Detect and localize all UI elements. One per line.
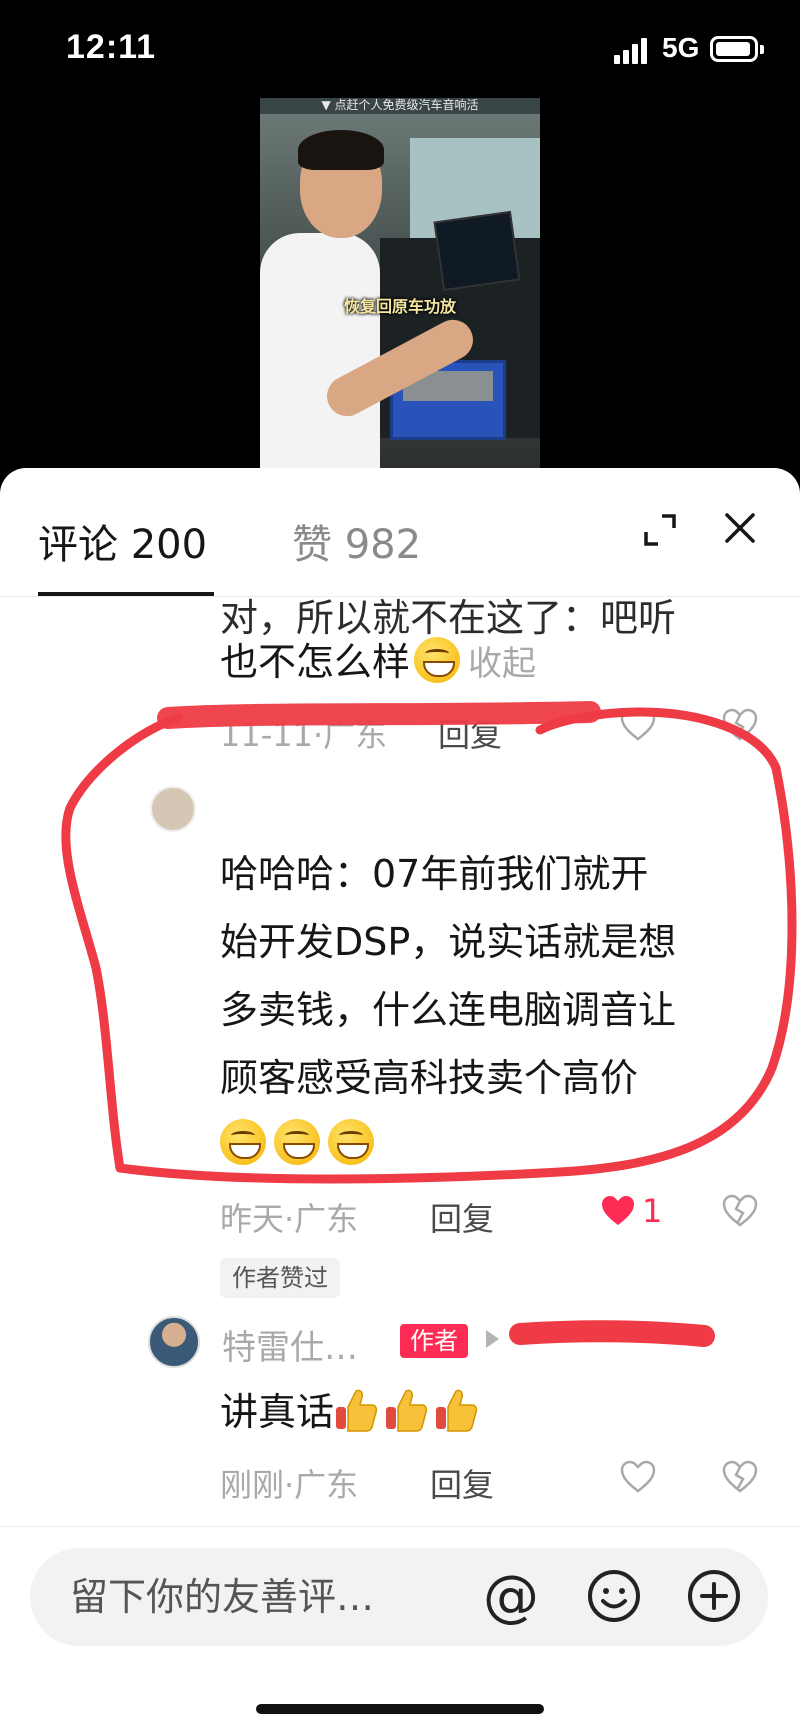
video-caption: 恢复回原车功放 [343, 297, 456, 316]
thumbs-up-icon [384, 1386, 428, 1432]
grinning-emoji-icon [274, 1119, 320, 1165]
thumbs-up-icon [434, 1386, 478, 1432]
video-person-hair [298, 130, 384, 170]
composer-divider [0, 1526, 800, 1527]
redaction-scribble [509, 1320, 715, 1347]
like-count: 1 [642, 1192, 663, 1230]
network-type: 5G [662, 32, 700, 63]
thumbs-up-icon [334, 1386, 378, 1432]
video-person-shirt [260, 233, 380, 468]
comment-sheet: 评论 200 赞 982 对，所以就不在这了：吧听 也不怎么样 收起 11-11·… [0, 468, 800, 1733]
dislike-heart-icon[interactable] [722, 1460, 758, 1494]
avatar[interactable] [148, 1316, 200, 1368]
comment-text-line: 顾客感受高科技卖个高价 [220, 1056, 639, 1100]
comment-meta: 昨天·广东 [220, 1200, 359, 1238]
comment-emojis [220, 1110, 382, 1178]
expand-icon[interactable] [642, 512, 678, 548]
signal-icon [614, 36, 650, 64]
mention-at-icon[interactable]: @ [480, 1566, 542, 1628]
reply-text-body: 讲真话 [220, 1390, 335, 1434]
reply-button[interactable]: 回复 [438, 710, 502, 756]
grinning-emoji-icon [328, 1119, 374, 1165]
status-time: 12:11 [66, 28, 157, 66]
comment-text-line: 多卖钱，什么连电脑调音让 [220, 988, 677, 1032]
close-icon[interactable] [722, 510, 758, 546]
video-player[interactable]: ▼ 点赶个人免费级汽车音响活 恢复回原车功放 [260, 98, 540, 468]
reply-username[interactable]: 特雷仕… [222, 1320, 358, 1369]
battery-icon [710, 36, 764, 62]
emoji-picker-icon[interactable] [586, 1568, 642, 1624]
reply-text: 讲真话 [220, 1378, 484, 1446]
comment-composer: @ [30, 1548, 768, 1646]
tab-likes[interactable]: 赞 982 [292, 512, 421, 570]
collapse-button[interactable]: 收起 [468, 644, 536, 684]
comment-text-line: 始开发DSP，说实话就是想 [220, 920, 677, 964]
reply-button[interactable]: 回复 [430, 1194, 494, 1240]
laughing-emoji-icon [414, 637, 461, 683]
tab-comments[interactable]: 评论 200 [38, 512, 207, 570]
author-badge: 作者 [400, 1324, 468, 1358]
video-screen [433, 210, 521, 292]
reply-to-arrow-icon [486, 1330, 499, 1348]
liked-heart-icon[interactable] [600, 1194, 636, 1228]
dislike-heart-icon[interactable] [722, 1194, 758, 1228]
author-liked-badge: 作者赞过 [220, 1258, 340, 1298]
reply-meta: 刚刚·广东 [220, 1466, 359, 1504]
comment-text: 也不怎么样 收起 [220, 628, 536, 698]
grinning-emoji-icon [220, 1119, 266, 1165]
comment-text-line: 哈哈哈：07年前我们就开 [220, 852, 649, 896]
reply-button[interactable]: 回复 [430, 1460, 494, 1506]
comment-input[interactable] [70, 1570, 470, 1624]
status-bar: 12:11 5G [0, 0, 800, 100]
like-heart-icon[interactable] [620, 1460, 656, 1494]
comment-tabs: 评论 200 赞 982 [0, 468, 800, 597]
avatar[interactable] [150, 786, 196, 832]
home-indicator [256, 1704, 544, 1714]
dislike-heart-icon[interactable] [722, 708, 758, 742]
add-attachment-icon[interactable] [686, 1568, 742, 1624]
comment-text-body: 也不怎么样 [220, 640, 411, 684]
comment-meta: 11-11·广东 [220, 716, 388, 754]
video-top-text: ▼ 点赶个人免费级汽车音响活 [260, 98, 540, 114]
like-heart-icon[interactable] [620, 708, 656, 742]
